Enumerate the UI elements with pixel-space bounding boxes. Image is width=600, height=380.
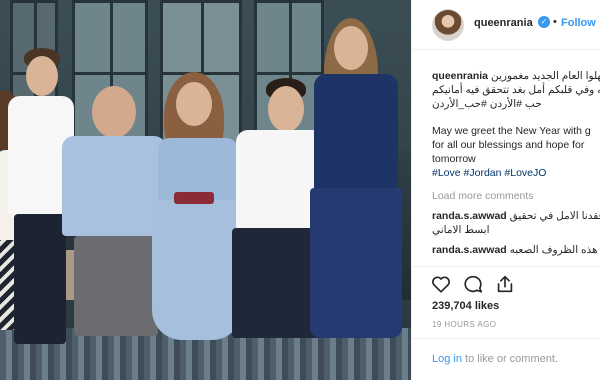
caption-and-comments: queenrania تستهلوا العام الجديد مغمورين …: [412, 60, 600, 260]
post-header: queenrania ✓ • Follow: [412, 0, 600, 50]
caption-username[interactable]: queenrania: [432, 70, 488, 82]
caption-english-3: tomorrow: [432, 153, 476, 165]
comment-row: randa.s.awwad ظل هذه الظروف الصعبه: [432, 244, 600, 256]
share-icon[interactable]: [494, 273, 516, 295]
login-rest: to like or comment.: [461, 353, 558, 365]
verified-badge-icon: ✓: [538, 16, 550, 28]
caption-english-1: May we greet the New Year with g: [432, 125, 591, 137]
likes-count[interactable]: 239,704 likes: [432, 300, 499, 312]
separator-dot: •: [553, 16, 557, 28]
comment-row: randa.s.awwad اتي فقدنا الامل في تحقيق: [432, 210, 600, 222]
caption-arabic-2: بنعم الله وفي قلبكم أمل بغد تتحقق فيه أم…: [432, 84, 600, 96]
comment-username[interactable]: randa.s.awwad: [432, 210, 507, 222]
comment-username[interactable]: randa.s.awwad: [432, 244, 507, 256]
action-bar: [412, 266, 600, 300]
caption-line-1: queenrania تستهلوا العام الجديد مغمورين: [432, 70, 600, 82]
login-link[interactable]: Log in: [432, 353, 462, 365]
login-prompt: Log in to like or comment.: [412, 338, 600, 380]
caption-english-2: for all our blessings and hope for: [432, 139, 585, 151]
person-woman-standing: [310, 18, 405, 358]
follow-button[interactable]: Follow: [561, 17, 596, 29]
hashtag-link[interactable]: #Love: [432, 167, 461, 179]
post-photo[interactable]: [0, 0, 411, 380]
caption-arabic-1: تستهلوا العام الجديد مغمورين: [490, 70, 600, 82]
comment-icon[interactable]: [462, 273, 484, 295]
username-link[interactable]: queenrania: [474, 17, 533, 29]
hashtag-link[interactable]: #LoveJO: [504, 167, 546, 179]
comment-text: ظل هذه الظروف الصعبه: [509, 244, 600, 256]
post-panel: queenrania ✓ • Follow queenrania تستهلوا…: [411, 0, 600, 380]
comment-text: اتي فقدنا الامل في تحقيق: [509, 210, 600, 222]
post-timestamp: 19 HOURS AGO: [432, 320, 497, 329]
load-more-comments[interactable]: Load more comments: [432, 190, 534, 202]
comment-text-cont: ابسط الاماني: [432, 224, 490, 236]
caption-arabic-3: حب #الأردن #حب_الأردن: [432, 98, 542, 110]
avatar[interactable]: [432, 9, 464, 41]
heart-icon[interactable]: [430, 273, 452, 295]
login-text: Log in to like or comment.: [432, 353, 558, 365]
caption-hashtags: #Love #Jordan #LoveJO: [432, 167, 546, 179]
hashtag-link[interactable]: #Jordan: [464, 167, 502, 179]
